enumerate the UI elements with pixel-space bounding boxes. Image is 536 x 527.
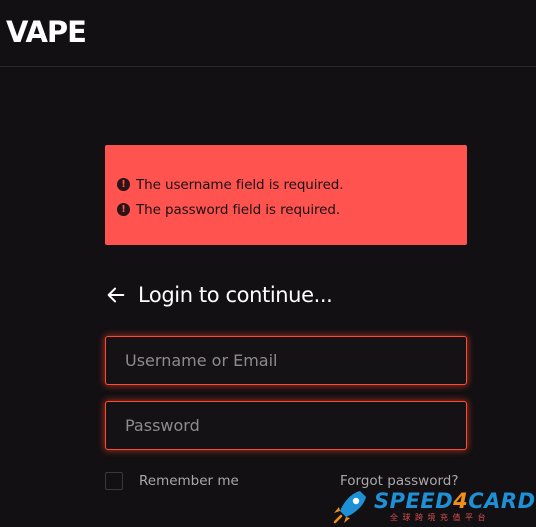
watermark-brand-digit: 4 [453,489,469,513]
username-input[interactable] [106,337,466,384]
password-input[interactable] [106,402,466,449]
page-title: Login to continue... [138,283,333,307]
vape-logo[interactable]: VAPE [6,14,87,50]
remember-me-checkbox[interactable] [105,472,123,490]
alert-message-password: The password field is required. [136,201,341,218]
alert-message-username: The username field is required. [136,176,344,193]
login-page: VAPE ! The username field is required. !… [0,0,536,527]
remember-me-option: Remember me [105,472,239,490]
password-field [105,401,467,450]
alert-message-row: ! The password field is required. [117,197,467,222]
watermark-brand-tail: CARD [468,489,536,513]
remember-me-label[interactable]: Remember me [139,473,239,489]
validation-error-alert: ! The username field is required. ! The … [105,145,467,245]
alert-message-row: ! The username field is required. [117,172,467,197]
speed4card-watermark: SPEED4CARD 全球跨境充值平台 [330,487,536,527]
error-icon: ! [117,178,130,191]
top-navigation-bar: VAPE [0,0,536,67]
watermark-brand-main: SPEED [374,489,454,513]
forgot-password-link[interactable]: Forgot password? [340,473,459,489]
error-icon: ! [117,203,130,216]
arrow-left-icon[interactable] [105,284,127,306]
rocket-icon [333,491,366,524]
login-heading: Login to continue... [105,280,333,310]
watermark-brand: SPEED4CARD [374,489,536,513]
username-field [105,336,467,385]
watermark-tagline: 全球跨境充值平台 [390,513,490,522]
